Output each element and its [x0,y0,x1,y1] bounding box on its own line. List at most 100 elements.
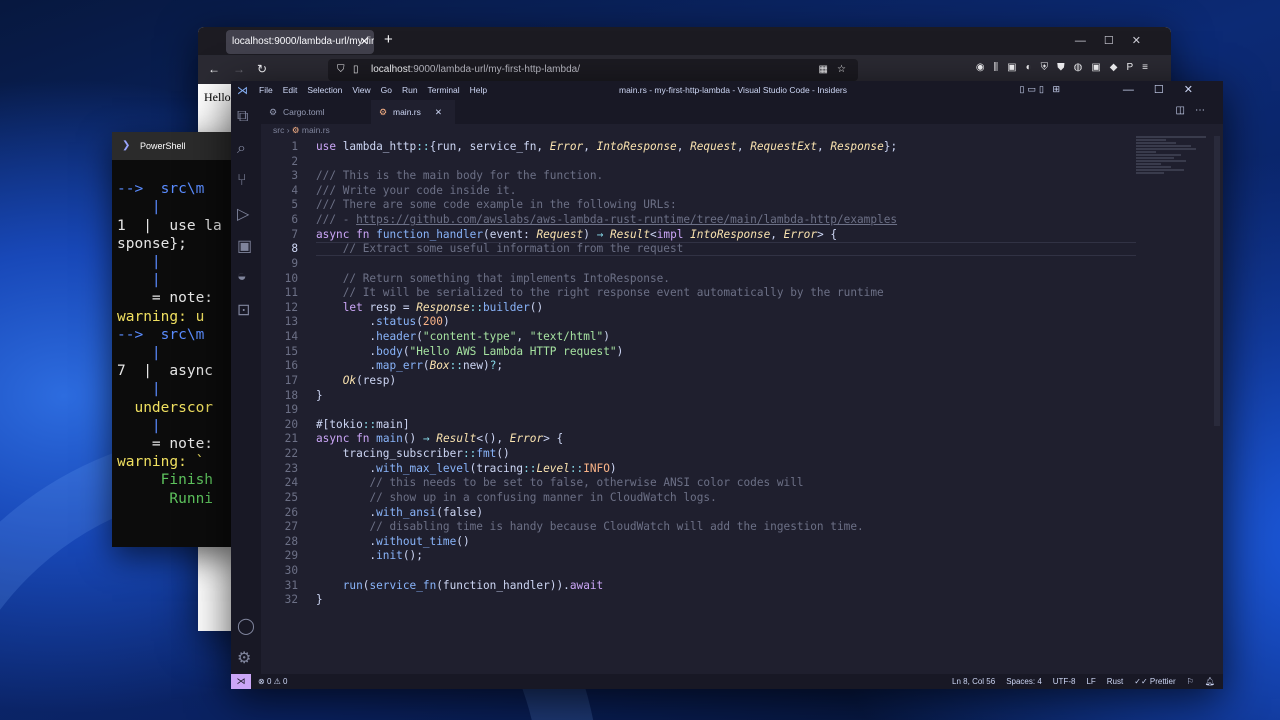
new-tab-icon[interactable]: + [384,31,393,48]
terminal-line: | [117,272,161,289]
terminal-line: warning: u [117,308,205,325]
code-line[interactable]: .with_max_level(tracing::Level::INFO) [316,462,616,477]
extensions-icon[interactable]: ⊡ [237,300,250,320]
window-title: main.rs - my-first-http-lambda - Visual … [619,85,848,95]
cursor-position[interactable]: Ln 8, Col 56 [952,674,995,689]
menu-go[interactable]: Go [381,85,392,95]
encoding[interactable]: UTF-8 [1053,674,1076,689]
code-line[interactable]: .with_ansi(false) [316,506,483,521]
problems-indicator[interactable]: ⊗ 0 ⚠ 0 [258,674,287,689]
editor-actions-icon[interactable]: ◫⋯ [1176,105,1215,116]
end-of-line[interactable]: LF [1086,674,1095,689]
tab-cargo-toml[interactable]: ⚙ Cargo.toml [261,100,349,124]
forward-icon[interactable]: → [233,62,245,76]
explorer-icon[interactable]: ⧉ [237,108,248,126]
extensions-grid-icon[interactable]: ▦ [819,59,828,81]
feedback-icon[interactable]: ⚐ [1187,674,1194,689]
line-number: 20 [284,417,298,431]
line-number: 5 [291,198,298,212]
line-number: 3 [291,169,298,183]
status-bar: ⋊ ⊗ 0 ⚠ 0 Ln 8, Col 56 Spaces: 4 UTF-8 L… [231,674,1223,689]
search-icon[interactable]: ⌕ [237,140,246,158]
line-number: 10 [284,271,298,285]
remote-explorer-icon[interactable]: ▣ [237,236,252,256]
code-line[interactable]: tracing_subscriber::fmt() [316,447,510,462]
powershell-window: ❯ PowerShell --> src\m | 1 | use la sponse… [112,132,242,547]
language-mode[interactable]: Rust [1107,674,1123,689]
prettier-status[interactable]: ✓✓ Prettier [1134,674,1175,689]
menu-run[interactable]: Run [402,85,418,95]
line-number: 24 [284,476,298,490]
code-line[interactable]: .status(200) [316,315,449,330]
code-line[interactable]: // show up in a confusing manner in Clou… [316,491,716,506]
code-line[interactable]: } [316,389,323,404]
code-line[interactable]: // It will be serialized to the right re… [316,286,884,301]
code-line[interactable]: // Return something that implements Into… [316,272,670,287]
docker-icon[interactable]: ◒ [237,268,247,286]
code-line[interactable]: /// There are some code example in the f… [316,198,677,213]
line-number: 25 [284,490,298,504]
code-line[interactable]: Ok(resp) [316,374,396,389]
back-icon[interactable]: ← [208,62,220,76]
breadcrumb-file[interactable]: main.rs [302,125,330,135]
code-line[interactable]: /// Write your code inside it. [316,184,516,199]
firefox-window-controls[interactable]: —☐✕ [1075,34,1159,47]
code-line[interactable]: /// This is the main body for the functi… [316,169,603,184]
bookmark-star-icon[interactable]: ☆ [837,59,846,81]
breadcrumb-folder[interactable]: src [273,125,284,135]
status-right-items: Ln 8, Col 56 Spaces: 4 UTF-8 LF Rust ✓✓ … [952,674,1215,689]
terminal-line: 1 | use la [117,217,222,234]
menu-edit[interactable]: Edit [283,85,298,95]
indentation[interactable]: Spaces: 4 [1006,674,1042,689]
line-number: 32 [284,593,298,607]
menu-view[interactable]: View [352,85,370,95]
editor-tabs: ⚙ Cargo.toml ⚙ main.rs ✕ ◫⋯ [261,100,1223,124]
code-line[interactable]: let resp = Response::builder() [316,301,543,316]
code-line[interactable]: // disabling time is handy because Cloud… [316,520,863,535]
settings-gear-icon[interactable]: ⚙ [237,648,251,668]
menu-file[interactable]: File [259,85,273,95]
window-controls[interactable]: —☐✕ [1123,83,1213,96]
terminal-line: Runni [117,490,214,507]
remote-indicator-icon[interactable]: ⋊ [231,674,251,689]
warning-icon: ⚠ [273,677,281,686]
minimap[interactable] [1136,136,1216,186]
menu-help[interactable]: Help [470,85,487,95]
firefox-extension-icons[interactable]: ◉⫼▣◐⛨⛊◍▣◆P≡ [976,62,1157,73]
code-line[interactable]: .body("Hello AWS Lambda HTTP request") [316,345,623,360]
code-line[interactable]: use lambda_http::{run, service_fn, Error… [316,140,897,155]
code-line[interactable]: async fn main() → Result<(), Error> { [316,432,563,447]
line-number: 31 [284,578,298,592]
code-line[interactable]: #[tokio::main] [316,418,410,433]
address-bar[interactable]: ⛉ ▯ localhost:9000/lambda-url/my-first-h… [328,59,858,81]
menu-selection[interactable]: Selection [307,85,342,95]
reload-icon[interactable]: ↻ [257,62,267,76]
code-line[interactable]: .header("content-type", "text/html") [316,330,610,345]
code-line[interactable]: // Extract some useful information from … [316,242,684,257]
code-line[interactable]: .map_err(Box::new)?; [316,359,503,374]
source-control-icon[interactable]: ⑂ [237,172,247,190]
close-tab-icon[interactable]: ✕ [435,107,442,117]
editor-scrollbar[interactable] [1214,136,1220,426]
menu-terminal[interactable]: Terminal [428,85,460,95]
firefox-tab[interactable]: localhost:9000/lambda-url/my-first ✕ [226,30,374,54]
line-number: 16 [284,359,298,373]
terminal-line: warning: ` [117,454,205,471]
code-line[interactable]: /// - https://github.com/awslabs/aws-lam… [316,213,897,228]
run-debug-icon[interactable]: ▷ [237,204,249,224]
code-line[interactable]: } [316,593,323,608]
line-number: 22 [284,447,298,461]
code-line[interactable]: async fn function_handler(event: Request… [316,228,837,243]
code-line[interactable]: .without_time() [316,535,469,550]
accounts-icon[interactable]: ◯ [237,616,255,636]
layout-controls-icon[interactable]: ▯▭▯ ⊞ [1020,84,1063,95]
terminal-line: = note: [117,290,214,307]
code-line[interactable]: .init(); [316,549,422,564]
code-line[interactable]: // this needs to be set to false, otherw… [316,476,803,491]
url-path: :9000/lambda-url/my-first-http-lambda/ [410,64,580,75]
close-tab-icon[interactable]: ✕ [360,30,369,54]
code-line[interactable]: run(service_fn(function_handler)).await [316,579,604,594]
shield-icon[interactable]: ⛉ [337,59,345,81]
notifications-bell-icon[interactable]: 🔔︎ [1205,674,1215,689]
tab-main-rs[interactable]: ⚙ main.rs ✕ [371,100,455,124]
